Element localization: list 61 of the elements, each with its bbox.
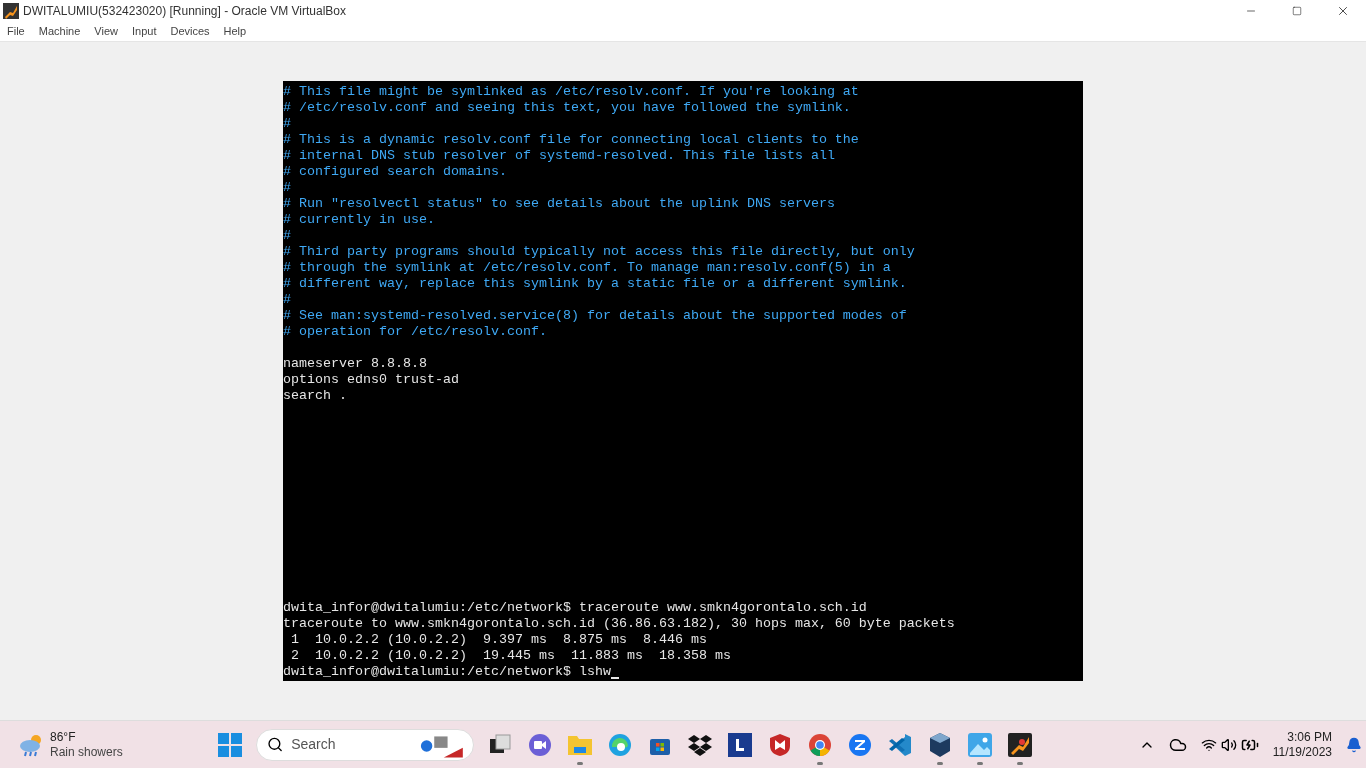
menu-item[interactable]: Help	[216, 23, 254, 40]
config-comment-line: # through the symlink at /etc/resolv.conf. To manage man:resolv.conf(5) in a	[283, 260, 891, 276]
dropbox-icon	[688, 733, 712, 756]
virtualbox-icon	[3, 3, 19, 19]
window-title: DWITALUMIU(532423020) [Running] - Oracle VM VirtualBox	[23, 3, 346, 20]
menu-item[interactable]: Machine	[31, 23, 88, 40]
weather-temperature: 86°F	[50, 729, 77, 745]
photos-icon	[968, 732, 992, 757]
config-comment-line: # /etc/resolv.conf and seeing this text, you have followed the symlink.	[283, 100, 851, 116]
app-icon	[848, 732, 872, 757]
close-icon	[1336, 4, 1350, 18]
config-comment-line: # operation for /etc/resolv.conf.	[283, 324, 547, 340]
search-icon	[267, 736, 284, 753]
terminal-line: dwita_infor@dwitalumiu:/etc/network$ traceroute www.smkn4gorontalo.sch.id	[283, 600, 867, 616]
clock-date: 11/19/2023	[1272, 744, 1332, 760]
config-comment-line: #	[283, 292, 291, 308]
config-comment-line: # This is a dynamic resolv.conf file for connecting local clients to the	[283, 132, 859, 148]
config-comment-line: # currently in use.	[283, 212, 435, 228]
chrome-icon	[808, 732, 832, 757]
config-comment-line: #	[283, 228, 291, 244]
windows-logo-icon	[218, 732, 242, 757]
terminal-line: search .	[283, 388, 347, 404]
terminal-line: dwita_infor@dwitalumiu:/etc/network$ lshw	[283, 664, 611, 680]
terminal-line: nameserver 8.8.8.8	[283, 356, 427, 372]
clock-time: 3:06 PM	[1287, 729, 1332, 745]
menu-item[interactable]: View	[87, 23, 125, 40]
search-input[interactable]: Search	[291, 734, 412, 755]
code-editor-icon	[888, 732, 912, 757]
menu-item[interactable]: Input	[124, 23, 164, 40]
notification-bell-icon[interactable]	[1346, 736, 1362, 753]
config-comment-line: # Run "resolvectl status" to see details about the uplink DNS servers	[283, 196, 835, 212]
video-chat-icon	[528, 732, 552, 757]
running-indicator	[977, 761, 983, 765]
running-indicator	[937, 761, 943, 765]
shield-icon	[769, 732, 791, 757]
browser-icon	[608, 732, 632, 757]
terminal-line: 1 10.0.2.2 (10.0.2.2) 9.397 ms 8.875 ms 8.446 ms	[290, 632, 707, 648]
config-comment-line: # See man:systemd-resolved.service(8) for details about the supported modes of	[283, 308, 907, 324]
config-comment-line: # This file might be symlinked as /etc/resolv.conf. If you're looking at	[283, 84, 859, 100]
terminal-line: traceroute to www.smkn4gorontalo.sch.id (36.86.63.182), 30 hops max, 60 byte packets	[283, 616, 955, 632]
terminal-line: options edns0 trust-ad	[283, 372, 459, 388]
menu-item[interactable]: File	[0, 23, 32, 40]
app-icon	[728, 732, 752, 757]
config-comment-line: #	[283, 180, 291, 196]
config-comment-line: # Third party programs should typically not access this file directly, but only	[283, 244, 915, 260]
cube-icon	[928, 731, 952, 758]
search-bar[interactable]: Search	[256, 728, 474, 761]
menu-item[interactable]: Devices	[163, 23, 217, 40]
maximize-icon	[1292, 6, 1302, 16]
rain-cloud-icon	[18, 732, 44, 757]
volume-icon[interactable]	[1220, 736, 1237, 753]
terminal-line: 2 10.0.2.2 (10.0.2.2) 19.445 ms 11.883 ms 18.358 ms	[290, 648, 731, 664]
config-comment-line: # different way, replace this symlink by a static file or a different symlink.	[283, 276, 907, 292]
config-comment-line: #	[283, 116, 291, 132]
running-indicator	[1017, 761, 1023, 765]
running-indicator	[817, 761, 823, 765]
virtualbox-icon	[1008, 732, 1032, 757]
config-comment-line: # configured search domains.	[283, 164, 507, 180]
config-comment-line: # internal DNS stub resolver of systemd-resolved. This file lists all	[283, 148, 835, 164]
running-indicator	[577, 761, 583, 765]
weather-condition: Rain showers	[50, 744, 123, 760]
